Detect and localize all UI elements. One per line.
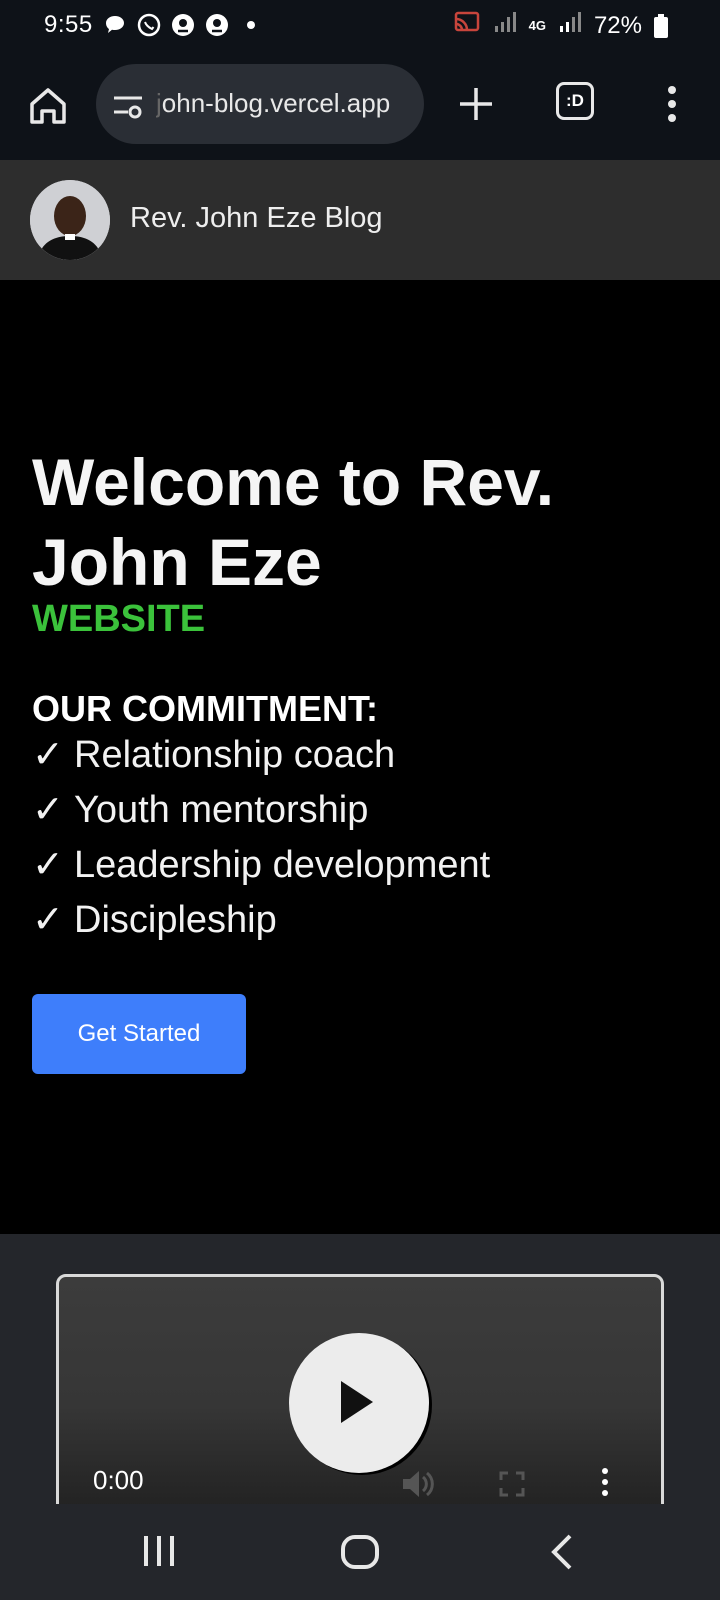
hero-title: Welcome to Rev. John Eze <box>32 445 555 599</box>
system-nav-bar <box>0 1504 720 1600</box>
video-player[interactable]: 0:00 <box>56 1274 664 1514</box>
check-icon: ✓ <box>32 789 64 831</box>
home-button[interactable] <box>26 84 70 128</box>
commitment-text: Discipleship <box>74 899 277 941</box>
cast-icon <box>453 10 481 41</box>
site-settings-icon[interactable] <box>112 90 144 120</box>
recent-apps-button[interactable] <box>142 1534 176 1573</box>
check-icon: ✓ <box>32 844 64 886</box>
network-type: 4G <box>528 17 546 33</box>
profile-photo <box>30 180 110 260</box>
chat-icon <box>102 12 128 38</box>
hero-subtitle: WEBSITE <box>32 598 206 640</box>
plus-icon <box>460 88 492 120</box>
back-icon <box>551 1534 572 1570</box>
video-menu-button[interactable] <box>599 1467 611 1502</box>
commitment-heading: OUR COMMITMENT: <box>32 688 378 729</box>
get-started-button[interactable]: Get Started <box>32 994 246 1074</box>
location-icon <box>170 12 196 38</box>
signal-icon <box>558 10 582 41</box>
commitment-list: ✓ Relationship coach ✓ Youth mentorship ✓ L… <box>32 728 490 948</box>
url-rest: ohn-blog.vercel.app <box>161 88 391 118</box>
play-button[interactable] <box>289 1333 429 1473</box>
system-icons: 4G 72% <box>453 10 668 41</box>
status-time: 9:55 <box>44 11 93 38</box>
battery-icon <box>654 13 668 38</box>
status-bar: 9:55 4G 72% <box>0 0 720 52</box>
more-vert-icon <box>668 86 676 122</box>
more-vert-icon <box>602 1468 608 1496</box>
fullscreen-button[interactable] <box>499 1471 525 1502</box>
home-icon <box>30 88 66 124</box>
check-icon: ✓ <box>32 899 64 941</box>
list-item: ✓ Relationship coach <box>32 728 490 783</box>
location-icon <box>204 12 230 38</box>
commitment-text: Youth mentorship <box>74 789 369 831</box>
notification-icons <box>102 12 264 38</box>
fullscreen-icon <box>499 1471 525 1497</box>
browser-menu-button[interactable] <box>662 82 682 126</box>
list-item: ✓ Youth mentorship <box>32 783 490 838</box>
site-header: Rev. John Eze Blog <box>0 160 720 280</box>
tab-switcher-button[interactable]: :D <box>556 82 594 120</box>
battery-percent: 72% <box>593 11 642 39</box>
list-item: ✓ Leadership development <box>32 838 490 893</box>
address-bar[interactable]: john-blog.vercel.app <box>96 64 424 144</box>
volume-icon <box>403 1471 434 1497</box>
signal-icon <box>493 10 517 41</box>
browser-toolbar: john-blog.vercel.app :D <box>0 52 720 162</box>
back-button[interactable] <box>550 1534 574 1575</box>
new-tab-button[interactable] <box>456 84 496 124</box>
site-title[interactable]: Rev. John Eze Blog <box>130 202 383 235</box>
avatar[interactable] <box>30 180 110 260</box>
url-text: john-blog.vercel.app <box>156 88 410 119</box>
tab-switcher-label: :D <box>566 91 584 110</box>
recent-apps-icon <box>144 1536 174 1566</box>
play-icon <box>341 1381 373 1423</box>
commitment-text: Leadership development <box>74 844 491 886</box>
system-home-button[interactable] <box>340 1532 380 1577</box>
volume-button[interactable] <box>401 1469 435 1504</box>
whatsapp-icon <box>136 12 162 38</box>
commitment-text: Relationship coach <box>74 734 396 776</box>
hero-section: Welcome to Rev. John Eze WEBSITE OUR COM… <box>0 280 720 1234</box>
video-section: 0:00 <box>0 1234 720 1514</box>
circle-home-icon <box>341 1535 379 1569</box>
check-icon: ✓ <box>32 734 64 776</box>
video-time: 0:00 <box>93 1465 144 1495</box>
list-item: ✓ Discipleship <box>32 893 490 948</box>
dot-icon <box>238 12 264 38</box>
